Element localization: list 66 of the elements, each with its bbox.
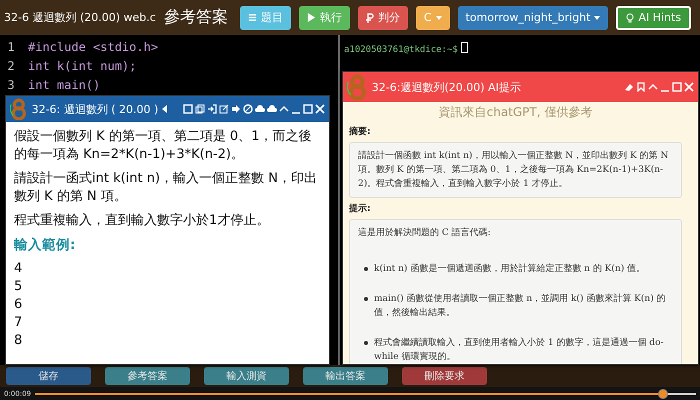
line-number: 2 bbox=[6, 58, 16, 72]
login-icon[interactable] bbox=[207, 104, 217, 114]
ban-icon[interactable] bbox=[243, 104, 253, 114]
dropdown-button[interactable]: tomorrow_night_bright bbox=[458, 6, 608, 30]
close-icon[interactable] bbox=[684, 82, 694, 92]
chevron-up-icon[interactable] bbox=[648, 82, 658, 92]
chevron-up-icon[interactable] bbox=[279, 104, 289, 114]
code-line: #include <stdio.h> bbox=[27, 40, 158, 54]
action-button[interactable]: 輸入測資 bbox=[204, 367, 289, 385]
eraser-icon[interactable] bbox=[624, 82, 634, 92]
bullet-icon bbox=[364, 341, 368, 345]
hint-bullet: 程式會繼續讀取輸入，直到使用者輸入小於 1 的數字，這是通過一個 do-while 循環實現的。 bbox=[374, 336, 665, 364]
toolbar-button[interactable]: AI Hints bbox=[616, 6, 692, 30]
section-heading: 提示: bbox=[349, 202, 372, 215]
toolbar-button[interactable]: 執行 bbox=[298, 6, 350, 30]
sample-input-line: 5 bbox=[14, 278, 24, 296]
maximize-icon[interactable] bbox=[303, 104, 313, 114]
page-title: 參考答案 bbox=[164, 7, 228, 28]
hint-text: 請設計一個函數 int k(int n)，用以輸入一個正整數 N，並印出數列 K 的第 N 項。數列 K 的第一項、第二項為 0、1，之後每一項為 Kn=2K(n-1)+3K(n-2)。程式會重複輸入，直到輸入數字小於 1 才停止。 bbox=[358, 150, 670, 191]
problem-text: 假設一個數列 K 的第一項、第二項是 0、1，而之後的每一項為 Kn=2*K(n-1)+3*K(n-2)。 bbox=[14, 128, 312, 164]
window-title: 32-6: 遞迴數列 ( 20.00 ) bbox=[32, 102, 158, 116]
sample-input-line: 8 bbox=[14, 332, 24, 350]
sample-input-line: 7 bbox=[14, 314, 24, 332]
action-button[interactable]: 輸出答案 bbox=[303, 367, 388, 385]
disclaimer-text: 資訊來自chatGPT, 僅供參考 bbox=[438, 104, 592, 121]
logo-icon bbox=[10, 98, 28, 120]
action-button[interactable]: 刪除要求 bbox=[402, 367, 487, 385]
action-button[interactable]: 儲存 bbox=[6, 367, 91, 385]
maximize-icon[interactable] bbox=[672, 82, 682, 92]
action-button[interactable]: 參考答案 bbox=[105, 367, 190, 385]
dropdown-button[interactable]: C bbox=[416, 6, 450, 30]
p-icon bbox=[366, 12, 374, 22]
close-icon[interactable] bbox=[315, 104, 325, 114]
progress-thumb[interactable] bbox=[658, 388, 668, 398]
sample-input-heading: 輸入範例: bbox=[14, 236, 76, 254]
terminal-prompt: a1020503761@tkdice:~$ bbox=[344, 45, 458, 55]
hint-bullet: main() 函數從使用者讀取一個正整數 n，並調用 k() 函數來計算 K(n) 的值，然後輸出結果。 bbox=[374, 292, 667, 320]
logo-icon bbox=[347, 74, 368, 100]
hint-bullet: k(int n) 函數是一個遞迴函數，用於計算給定正整數 n 的 K(n) 值。 bbox=[374, 262, 646, 276]
code-editor[interactable] bbox=[0, 35, 340, 365]
copy-icon[interactable] bbox=[195, 104, 205, 114]
sample-input-line: 4 bbox=[14, 260, 24, 278]
problem-text: 程式重複輸入，直到輸入數字小於1才停止。 bbox=[14, 212, 270, 230]
file-title: 32-6 遞迴數列 (20.00) web.c bbox=[4, 10, 156, 25]
terminal-cursor bbox=[460, 42, 468, 54]
bullet-icon bbox=[364, 267, 368, 271]
window-title: 32-6:遞迴數列(20.00) AI提示 bbox=[372, 80, 521, 94]
problem-text: 請設計一函式int k(int n)，輸入一個正整數 N，印出數列 K 的第 N 項。 bbox=[14, 170, 318, 206]
code-line: int main() bbox=[27, 78, 100, 92]
caret-icon bbox=[594, 16, 600, 20]
bookmark-icon[interactable] bbox=[636, 82, 646, 92]
line-number: 1 bbox=[6, 40, 16, 54]
edit-icon[interactable] bbox=[219, 104, 229, 114]
toolbar-button[interactable]: 判分 bbox=[358, 6, 408, 30]
line-number: 3 bbox=[6, 78, 16, 92]
section-heading: 摘要: bbox=[349, 125, 372, 138]
list-icon bbox=[248, 13, 257, 22]
toolbar-button[interactable]: 題目 bbox=[240, 6, 291, 30]
share-icon[interactable] bbox=[231, 104, 241, 114]
sample-input-line: 6 bbox=[14, 296, 24, 314]
play-icon bbox=[306, 13, 316, 22]
caret-icon bbox=[436, 16, 442, 20]
code-line: int k(int num); bbox=[27, 58, 136, 72]
bullet-icon bbox=[364, 297, 368, 301]
hint-text: 這是用於解決問題的 C 語言代碼: bbox=[358, 226, 492, 240]
lightbulb-icon bbox=[626, 12, 634, 22]
